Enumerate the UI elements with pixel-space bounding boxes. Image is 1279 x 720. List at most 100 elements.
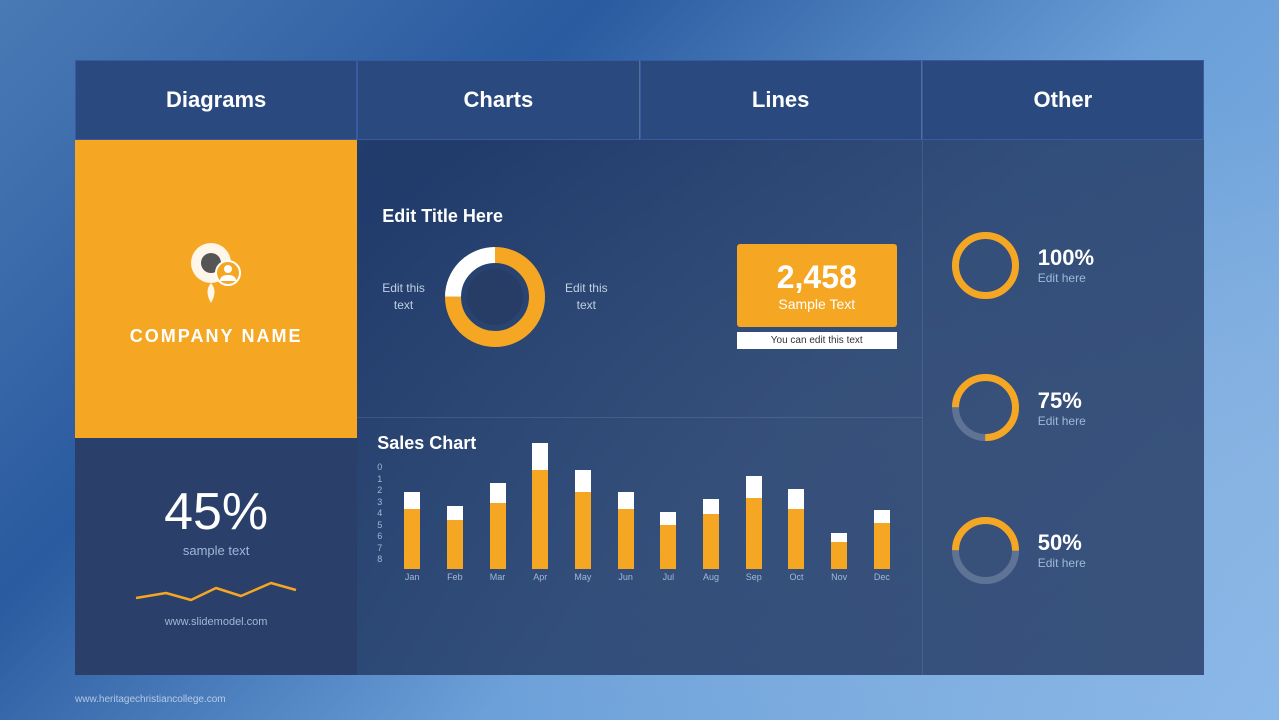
charts-bottom: Sales Chart 8 7 6 5 4 3 2 1 0 [357,418,922,675]
bar-top [831,533,847,542]
charts-header-label: Charts [464,87,534,113]
gauge-percent-50: 50% [1038,530,1086,556]
gauge-edit-100: Edit here [1038,271,1094,285]
company-bold: COMPANY [130,326,235,346]
gauge-percent-100: 100% [1038,245,1094,271]
header-diagrams: Diagrams [75,60,357,140]
sales-title: Sales Chart [377,433,902,454]
bar-bottom [703,514,719,569]
bar-bottom [874,523,890,569]
bar [618,492,634,569]
gauge-edit-50: Edit here [1038,556,1086,570]
bar [746,476,762,570]
bar-top [874,510,890,523]
diagrams-header-label: Diagrams [166,87,266,113]
bar-top [404,492,420,509]
bar [447,506,463,569]
bar-group: Apr [520,443,560,583]
header-lines: Lines [640,60,922,140]
bar-group: Dec [862,510,902,582]
bar-group: Aug [691,499,731,582]
bar [404,492,420,569]
bar-group: May [563,470,603,582]
bar [874,510,890,569]
gauge-text-100: 100% Edit here [1038,245,1094,285]
bar-top [575,470,591,492]
company-name-suffix: NAME [234,326,302,346]
bar-bottom [404,509,420,570]
chart-title: Edit Title Here [382,206,897,227]
location-pin-icon [176,231,256,311]
bar-top [788,489,804,509]
bar-bottom [575,492,591,569]
main-container: Diagrams Charts Lines Other [75,60,1204,675]
edit-text-right: Edit this text [565,280,608,314]
gauge-percent-75: 75% [1038,388,1086,414]
percent-value: 45% [164,486,268,538]
website-text: www.slidemodel.com [165,616,268,628]
bar-label: Apr [533,572,547,582]
sparkline-chart [126,568,306,608]
gauge-text-50: 50% Edit here [1038,530,1086,570]
content-row: COMPANY NAME 45% sample text www.slidemo… [75,140,1204,675]
bar-bottom [746,498,762,570]
bar-label: Jan [405,572,420,582]
bar-group: Nov [819,533,859,582]
edit-text-left: Edit this text [382,280,425,314]
bar [490,483,506,569]
stat-sub: You can edit this text [737,332,897,349]
footer: www.heritagechristiancollege.com [75,694,226,705]
donut-chart [440,242,550,352]
bar-label: Jul [663,572,675,582]
bar-bottom [660,525,676,569]
bar-group: Feb [435,506,475,582]
bar-bottom [447,520,463,570]
bar [703,499,719,569]
col-charts-lines: Edit Title Here Edit this text [357,140,922,675]
bar-label: Nov [831,572,847,582]
gauge-item-75: 75% Edit here [938,370,1189,445]
bar-label: May [574,572,591,582]
bar-label: Jun [618,572,633,582]
footer-website: www.heritagechristiancollege.com [75,694,226,705]
bar-group: Oct [777,489,817,582]
bar-label: Mar [490,572,506,582]
bar [660,512,676,569]
bar-label: Sep [746,572,762,582]
header-other: Other [922,60,1204,140]
bar-bottom [532,470,548,569]
bar-label: Oct [789,572,803,582]
header-row: Diagrams Charts Lines Other [75,60,1204,140]
sample-text: sample text [183,543,249,558]
bar-group: Mar [478,483,518,582]
bar-top [447,506,463,519]
col-diagrams: COMPANY NAME 45% sample text www.slidemo… [75,140,357,675]
lines-header-label: Lines [752,87,809,113]
other-header-label: Other [1034,87,1093,113]
bar-bottom [490,503,506,569]
bar-label: Dec [874,572,890,582]
y-axis: 8 7 6 5 4 3 2 1 0 [377,462,387,582]
bar-top [703,499,719,514]
bar-top [746,476,762,498]
bar [575,470,591,569]
bar-top [490,483,506,503]
gauge-100 [948,228,1023,303]
stat-label: Sample Text [757,296,877,312]
bar-label: Aug [703,572,719,582]
bar-bottom [788,509,804,570]
bar-group: Jun [606,492,646,582]
bar [532,443,548,570]
bar-bottom [831,542,847,570]
bar [831,533,847,569]
gauge-item-100: 100% Edit here [938,228,1189,303]
bar-top [532,443,548,471]
bar-group: Jan [392,492,432,582]
header-charts: Charts [357,60,639,140]
company-name: COMPANY NAME [130,326,303,347]
gauge-75 [948,370,1023,445]
diagrams-top: COMPANY NAME [75,140,357,438]
bar-group: Jul [648,512,688,582]
gauge-edit-75: Edit here [1038,414,1086,428]
bar-label: Feb [447,572,463,582]
